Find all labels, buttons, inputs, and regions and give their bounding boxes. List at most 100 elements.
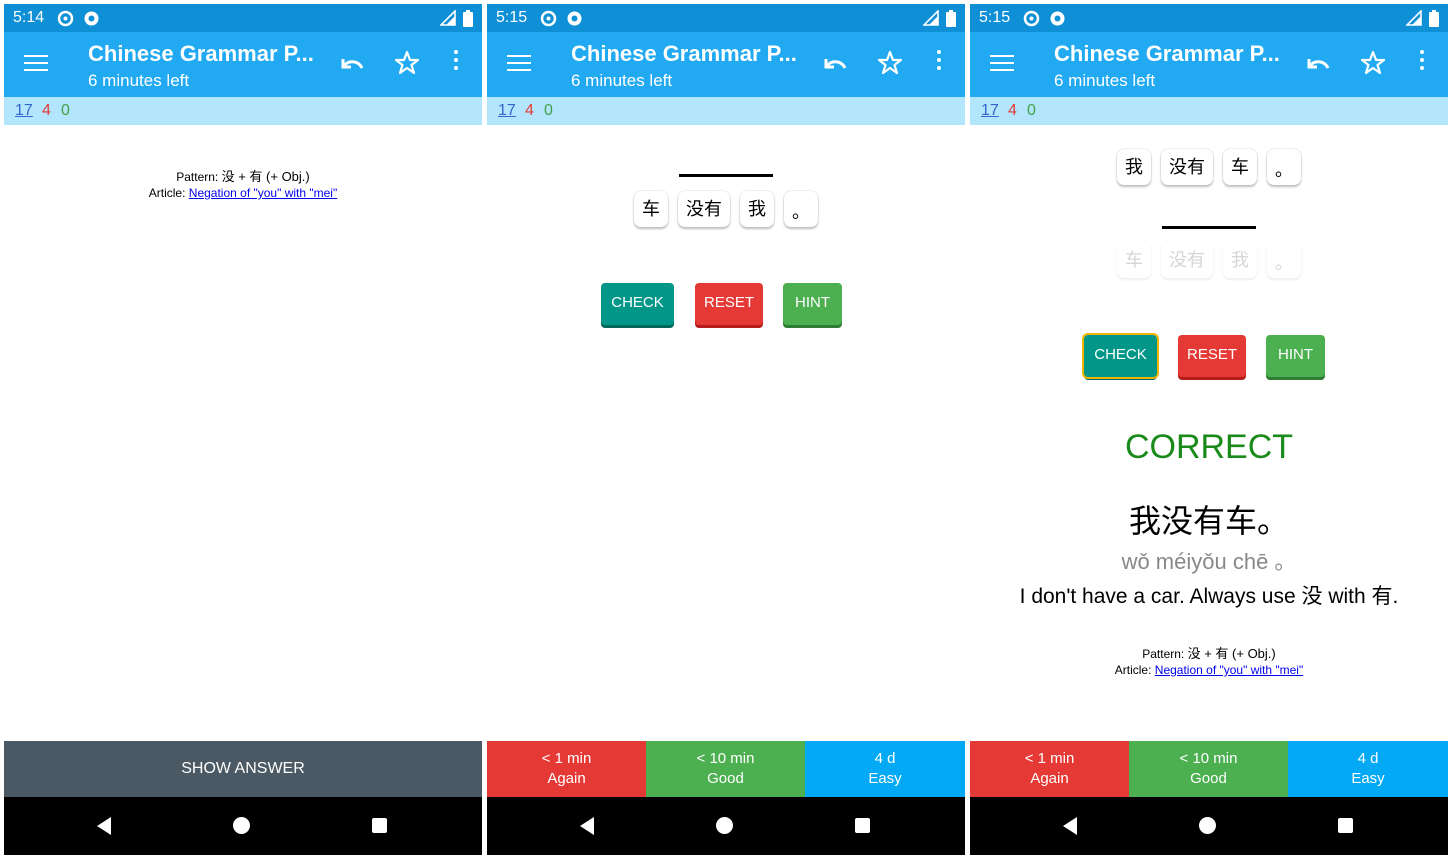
back-icon[interactable] (95, 816, 113, 836)
word-tile[interactable]: 没有 (678, 191, 730, 227)
status-bar: 5:15 (970, 4, 1448, 32)
card-counts: 17 4 0 (487, 97, 965, 125)
menu-icon[interactable] (507, 55, 531, 75)
easy-interval: 4 d (874, 750, 896, 767)
good-interval: < 10 min (1179, 750, 1238, 767)
data-saver-icon (540, 10, 557, 27)
menu-icon[interactable] (24, 55, 48, 75)
screen-arrange: 5:15 Chinese Grammar P... 6 minutes left… (487, 4, 965, 855)
battery-icon (463, 10, 473, 27)
new-count[interactable]: 17 (498, 102, 516, 120)
recents-icon[interactable] (1338, 818, 1353, 833)
more-options-icon[interactable] (932, 50, 946, 76)
placed-tile[interactable]: 没有 (1161, 149, 1213, 185)
article-link[interactable]: Negation of "you" with "mei" (189, 186, 337, 200)
home-icon[interactable] (233, 817, 250, 834)
used-tile: 车 (1117, 242, 1151, 278)
chrome-icon (84, 11, 99, 26)
check-button[interactable]: CHECK (1082, 333, 1159, 379)
easy-label: Easy (1351, 770, 1385, 787)
placed-tile[interactable]: 车 (1223, 149, 1257, 185)
status-time: 5:15 (979, 9, 1011, 26)
easy-button[interactable]: 4 d Easy (805, 741, 965, 797)
good-label: Good (1190, 770, 1227, 787)
good-button[interactable]: < 10 min Good (646, 741, 805, 797)
article-label: Article: (148, 186, 186, 200)
check-button[interactable]: CHECK (601, 283, 674, 325)
data-saver-icon (1023, 10, 1040, 27)
app-title: Chinese Grammar P... (1054, 41, 1280, 66)
pattern-value: 没 + 有 (+ Obj.) (1187, 646, 1276, 661)
reset-button[interactable]: RESET (695, 283, 763, 325)
time-left: 6 minutes left (571, 71, 673, 90)
hint-button[interactable]: HINT (783, 283, 842, 325)
new-count[interactable]: 17 (15, 102, 33, 120)
status-bar: 5:15 (487, 4, 965, 32)
pattern-info: Pattern: 没 + 有 (+ Obj.) Article: Negatio… (970, 646, 1448, 678)
easy-button[interactable]: 4 d Easy (1288, 741, 1448, 797)
more-options-icon[interactable] (449, 50, 463, 76)
signal-icon (1406, 10, 1422, 26)
status-bar: 5:14 (4, 4, 482, 32)
used-tile: 没有 (1161, 242, 1213, 278)
nav-bar (970, 797, 1448, 855)
word-tile[interactable]: 车 (634, 191, 668, 227)
learning-count: 4 (1008, 102, 1017, 119)
pattern-label: Pattern: (1142, 647, 1185, 661)
app-bar: Chinese Grammar P... 6 minutes left (487, 32, 965, 97)
undo-icon[interactable] (1304, 52, 1332, 76)
again-interval: < 1 min (541, 750, 592, 767)
again-button[interactable]: < 1 min Again (487, 741, 646, 797)
home-icon[interactable] (716, 817, 733, 834)
menu-icon[interactable] (990, 55, 1014, 75)
status-time: 5:15 (496, 9, 528, 26)
home-icon[interactable] (1199, 817, 1216, 834)
app-bar: Chinese Grammar P... 6 minutes left (970, 32, 1448, 97)
show-answer-button[interactable]: SHOW ANSWER (4, 741, 482, 797)
answer-slot (679, 174, 773, 177)
good-button[interactable]: < 10 min Good (1129, 741, 1288, 797)
screen-question: 5:14 Chinese Grammar P... 6 minutes left… (4, 4, 482, 855)
article-link[interactable]: Negation of "you" with "mei" (1155, 663, 1303, 677)
easy-label: Easy (868, 770, 902, 787)
review-count: 0 (1027, 102, 1036, 119)
undo-icon[interactable] (338, 52, 366, 76)
pattern-value: 没 + 有 (+ Obj.) (221, 169, 310, 184)
placed-tile[interactable]: 我 (1117, 149, 1151, 185)
signal-icon (440, 10, 456, 26)
recents-icon[interactable] (372, 818, 387, 833)
review-count: 0 (544, 102, 553, 119)
undo-icon[interactable] (821, 52, 849, 76)
app-title: Chinese Grammar P... (88, 41, 314, 66)
card-counts: 17 4 0 (4, 97, 482, 125)
star-icon[interactable] (394, 50, 420, 76)
chrome-icon (567, 11, 582, 26)
time-left: 6 minutes left (88, 71, 190, 90)
good-interval: < 10 min (696, 750, 755, 767)
data-saver-icon (57, 10, 74, 27)
word-tile[interactable]: 我 (740, 191, 774, 227)
again-interval: < 1 min (1024, 750, 1075, 767)
reset-button[interactable]: RESET (1178, 335, 1246, 377)
back-icon[interactable] (1061, 816, 1079, 836)
chrome-icon (1050, 11, 1065, 26)
review-count: 0 (61, 102, 70, 119)
again-button[interactable]: < 1 min Again (970, 741, 1129, 797)
word-tile[interactable]: 。 (784, 191, 818, 227)
hint-button[interactable]: HINT (1266, 335, 1325, 377)
star-icon[interactable] (877, 50, 903, 76)
recents-icon[interactable] (855, 818, 870, 833)
new-count[interactable]: 17 (981, 102, 999, 120)
star-icon[interactable] (1360, 50, 1386, 76)
more-options-icon[interactable] (1415, 50, 1429, 76)
status-time: 5:14 (13, 9, 45, 26)
easy-interval: 4 d (1357, 750, 1379, 767)
learning-count: 4 (525, 102, 534, 119)
app-bar: Chinese Grammar P... 6 minutes left (4, 32, 482, 97)
back-icon[interactable] (578, 816, 596, 836)
learning-count: 4 (42, 102, 51, 119)
answer-pinyin: wǒ méiyǒu chē 。 (1121, 549, 1297, 574)
again-label: Again (1030, 770, 1069, 787)
card-counts: 17 4 0 (970, 97, 1448, 125)
placed-tile[interactable]: 。 (1267, 149, 1301, 185)
